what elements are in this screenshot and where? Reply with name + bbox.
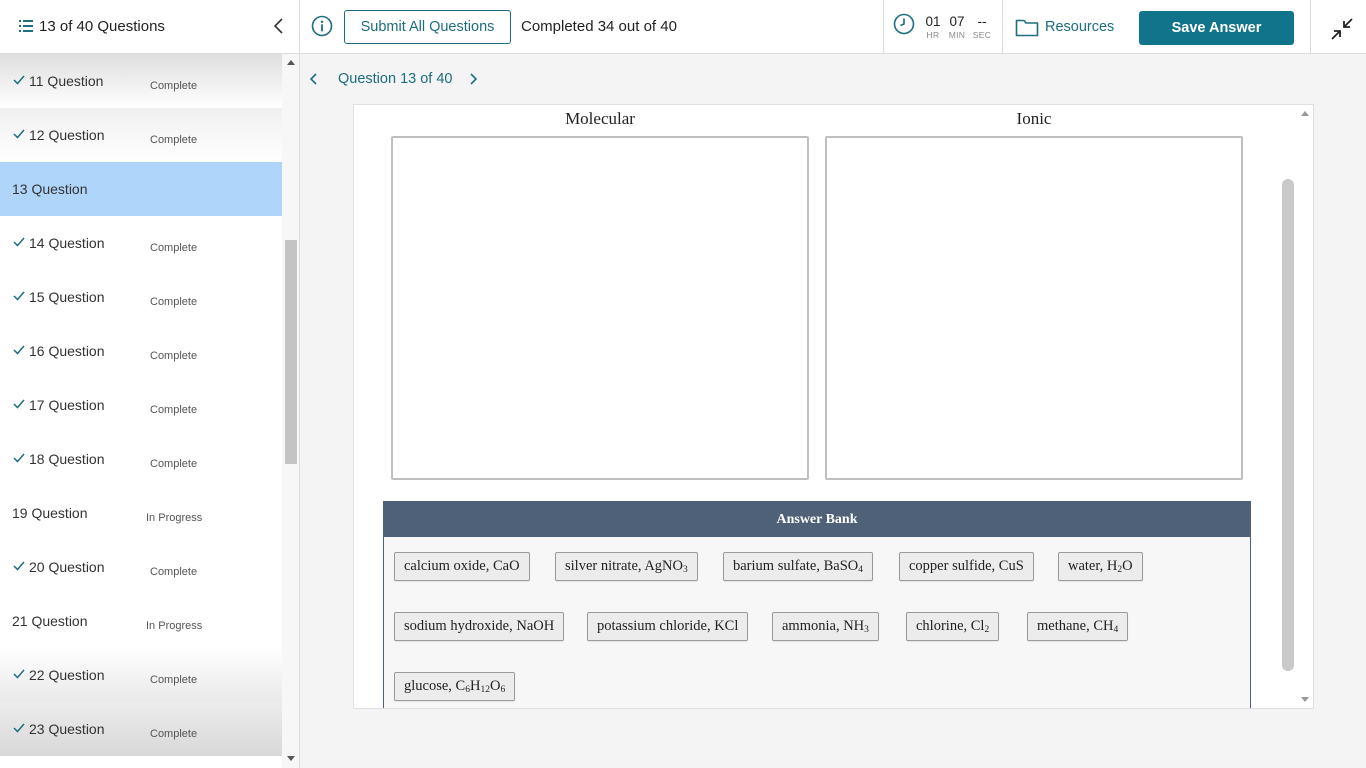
chevron-left-icon[interactable]	[270, 16, 288, 36]
scroll-up-arrow[interactable]	[287, 60, 295, 65]
question-item-status: Complete	[150, 80, 198, 92]
question-item-name: 12 Question	[29, 127, 105, 143]
sidebar-question-item[interactable]: 13 Question	[0, 162, 282, 216]
minimize-icon[interactable]	[1330, 17, 1354, 41]
panel-scroll-up-arrow[interactable]	[1301, 111, 1309, 116]
sidebar-question-item[interactable]: 16 Question Complete	[0, 324, 282, 378]
check-icon	[13, 291, 25, 301]
top-bar: 13 of 40 Questions Submit All Questions …	[0, 0, 1366, 54]
question-list-header: 13 of 40 Questions	[0, 0, 300, 54]
check-icon	[13, 561, 25, 571]
sidebar-question-item[interactable]: 14 Question Complete	[0, 216, 282, 270]
info-icon[interactable]	[311, 15, 333, 37]
question-sidebar: 11 Question Complete 12 Question Complete 13…	[0, 54, 300, 768]
check-icon	[13, 669, 25, 679]
question-list: 11 Question Complete 12 Question Complete 13…	[0, 54, 282, 756]
panel-scroll-thumb[interactable]	[1282, 179, 1294, 671]
question-item-status: Complete	[150, 728, 198, 740]
sidebar-question-item[interactable]: 17 Question Complete	[0, 378, 282, 432]
sidebar-question-item[interactable]: 22 Question Complete	[0, 648, 282, 702]
answer-chip[interactable]: methane, CH4	[1027, 612, 1129, 641]
answer-chip[interactable]: water, H2O	[1058, 552, 1143, 581]
answer-chip[interactable]: potassium chloride, KCl	[587, 612, 749, 641]
sidebar-question-item[interactable]: 15 Question Complete	[0, 270, 282, 324]
timer: 01 HR 07 MIN -- SEC	[883, 0, 1003, 54]
drop-zone-molecular[interactable]	[391, 136, 809, 480]
question-item-status: In Progress	[146, 620, 203, 632]
completed-status: Completed 34 out of 40	[521, 18, 677, 35]
question-count: 13 of 40 Questions	[39, 18, 165, 35]
check-icon	[13, 723, 25, 733]
question-item-name: 16 Question	[29, 343, 105, 359]
question-nav-label[interactable]: Question 13 of 40	[338, 71, 452, 87]
sidebar-question-item[interactable]: 19 Question In Progress	[0, 486, 282, 540]
question-item-status: Complete	[150, 242, 198, 254]
timer-seconds: -- SEC	[972, 14, 992, 40]
minimize-area	[1310, 0, 1366, 54]
question-item-name: 15 Question	[29, 289, 105, 305]
answer-chip[interactable]: glucose, C6H12O6	[394, 672, 516, 701]
scroll-down-arrow[interactable]	[287, 756, 295, 761]
question-item-name: 18 Question	[29, 451, 105, 467]
answer-bank: Answer Bank calcium oxide, CaO silver nit…	[383, 501, 1251, 708]
sidebar-question-item[interactable]: 23 Question Complete	[0, 702, 282, 756]
check-icon	[13, 129, 25, 139]
question-item-name: 20 Question	[29, 559, 105, 575]
sidebar-question-item[interactable]: 11 Question Complete	[0, 54, 282, 108]
check-icon	[13, 345, 25, 355]
clock-icon	[893, 13, 915, 35]
list-icon	[19, 20, 33, 32]
timer-minutes: 07 MIN	[948, 14, 966, 40]
resources-label: Resources	[1045, 19, 1115, 35]
answer-chip[interactable]: ammonia, NH3	[772, 612, 879, 641]
question-panel: Molecular Ionic Answer Bank calcium oxid…	[353, 104, 1314, 709]
question-item-name: 11 Question	[29, 73, 104, 89]
question-item-status: Complete	[150, 674, 198, 686]
check-icon	[13, 399, 25, 409]
question-item-name: 13 Question	[12, 181, 88, 197]
question-item-status: Complete	[150, 134, 198, 146]
sidebar-question-item[interactable]: 21 Question In Progress	[0, 594, 282, 648]
save-answer-button[interactable]: Save Answer	[1139, 11, 1294, 45]
answer-chip[interactable]: calcium oxide, CaO	[394, 552, 530, 581]
answer-chip[interactable]: copper sulfide, CuS	[899, 552, 1034, 581]
answer-chip[interactable]: chlorine, Cl2	[906, 612, 1000, 641]
sidebar-question-item[interactable]: 20 Question Complete	[0, 540, 282, 594]
sidebar-scrollbar[interactable]	[282, 54, 299, 768]
question-item-status: Complete	[150, 404, 198, 416]
previous-question-icon[interactable]	[307, 70, 321, 88]
answer-chip[interactable]: barium sulfate, BaSO4	[723, 552, 873, 581]
check-icon	[13, 453, 25, 463]
answer-chip[interactable]: sodium hydroxide, NaOH	[394, 612, 565, 641]
next-question-icon[interactable]	[466, 70, 480, 88]
question-item-name: 17 Question	[29, 397, 105, 413]
question-item-name: 23 Question	[29, 721, 105, 737]
question-item-status: Complete	[150, 350, 198, 362]
sidebar-scroll-thumb[interactable]	[285, 240, 297, 464]
question-item-name: 19 Question	[12, 505, 88, 521]
question-item-status: Complete	[150, 458, 198, 470]
folder-icon	[1015, 19, 1039, 37]
question-item-status: Complete	[150, 296, 198, 308]
question-item-name: 14 Question	[29, 235, 105, 251]
column-title-molecular: Molecular	[565, 109, 635, 128]
column-title-ionic: Ionic	[1016, 109, 1052, 128]
question-item-status: In Progress	[146, 512, 203, 524]
answer-chip[interactable]: silver nitrate, AgNO3	[555, 552, 698, 581]
check-icon	[13, 237, 25, 247]
resources-button[interactable]: Resources	[1015, 14, 1114, 40]
question-item-name: 22 Question	[29, 667, 105, 683]
check-icon	[13, 75, 25, 85]
submit-all-button[interactable]: Submit All Questions	[344, 10, 511, 44]
question-item-name: 21 Question	[12, 613, 88, 629]
sidebar-question-item[interactable]: 18 Question Complete	[0, 432, 282, 486]
panel-scroll-down-arrow[interactable]	[1301, 697, 1309, 702]
answer-bank-title: Answer Bank	[384, 502, 1250, 537]
sidebar-question-item[interactable]: 12 Question Complete	[0, 108, 282, 162]
drop-zone-ionic[interactable]	[825, 136, 1243, 480]
timer-hours: 01 HR	[925, 14, 941, 40]
question-item-status: Complete	[150, 566, 198, 578]
